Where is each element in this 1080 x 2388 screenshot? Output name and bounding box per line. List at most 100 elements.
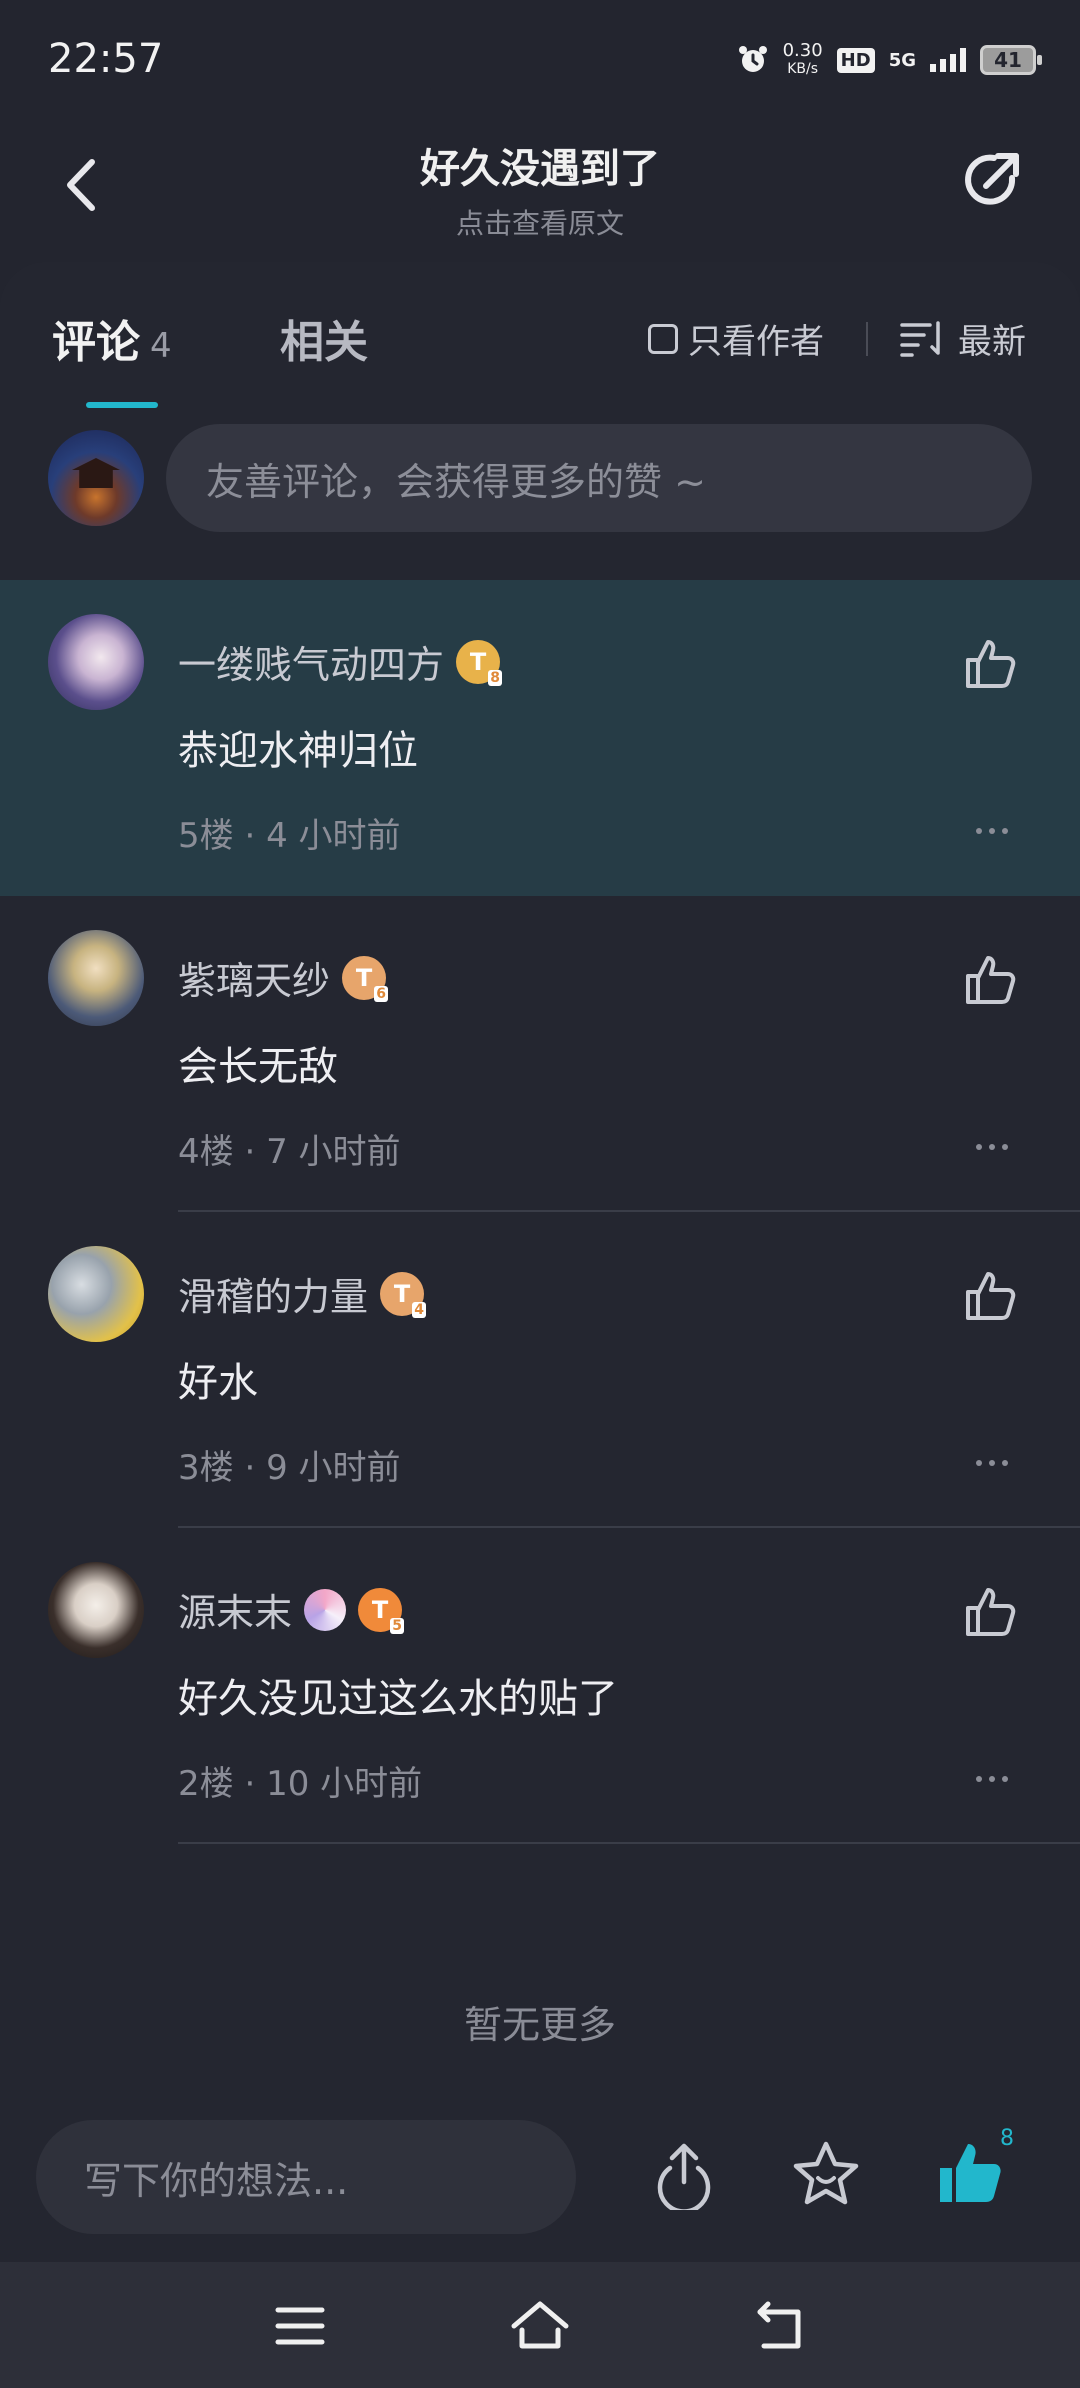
speed-unit: KB/s [787, 61, 819, 77]
more-icon[interactable] [976, 1144, 1008, 1150]
divider [178, 1842, 1080, 1844]
tab-bar: 评论 4 相关 只看作者 最新 [0, 262, 1080, 412]
share-arrow-icon[interactable] [956, 144, 1028, 216]
comment-list: 一缕贱气动四方 T8 恭迎水神归位 5楼 · 4 小时前 紫璃天纱 T6 会长无… [0, 580, 1080, 1844]
username[interactable]: 紫璃天纱 [178, 950, 330, 1005]
avatar[interactable] [48, 614, 144, 710]
sort-icon [900, 320, 940, 357]
alarm-icon [738, 46, 767, 72]
level-letter: T [355, 963, 373, 992]
level-number: 4 [412, 1301, 427, 1318]
sort-button[interactable]: 最新 [900, 314, 1026, 363]
tab-comments[interactable]: 评论 4 [52, 306, 172, 370]
status-time: 22:57 [48, 36, 164, 82]
no-more-label: 暂无更多 [463, 2003, 616, 2047]
comment-text: 恭迎水神归位 [178, 728, 418, 774]
level-number: 5 [390, 1617, 405, 1634]
sort-label: 最新 [958, 322, 1026, 362]
checkbox-icon[interactable] [648, 323, 678, 354]
comment-text: 好水 [178, 1360, 258, 1406]
floor-label: 5楼 [178, 816, 234, 856]
level-number: 6 [374, 985, 389, 1002]
comment-header: 源末末 T5 [178, 1582, 405, 1637]
battery-icon: 41 [980, 45, 1042, 75]
star-icon[interactable] [790, 2138, 862, 2210]
level-badge-icon: T4 [380, 1271, 427, 1318]
more-icon[interactable] [976, 828, 1008, 834]
floor-label: 4楼 [178, 1132, 234, 1172]
avatar[interactable] [48, 930, 144, 1026]
signal-icon [930, 48, 966, 72]
comment-meta: 3楼 · 9 小时前 [178, 1448, 401, 1488]
write-input-placeholder: 写下你的想法... [84, 2158, 349, 2203]
hd-badge: HD [836, 47, 875, 73]
comment-text: 会长无敌 [178, 1044, 338, 1090]
page-title: 好久没遇到了 [420, 146, 660, 192]
network-speed: 0.30 KB/s [783, 42, 823, 78]
only-author-label: 只看作者 [688, 322, 824, 362]
avatar[interactable] [48, 1246, 144, 1342]
comment-text: 好久没见过这么水的贴了 [178, 1676, 618, 1722]
comment-header: 一缕贱气动四方 T8 [178, 634, 503, 689]
view-original-link[interactable]: 点击查看原文 [240, 202, 840, 242]
comment-item[interactable]: 紫璃天纱 T6 会长无敌 4楼 · 7 小时前 [0, 896, 1080, 1212]
level-letter: T [393, 1279, 411, 1308]
like-count: 8 [1000, 2126, 1014, 2151]
status-icons: 0.30 KB/s HD 5G 41 [737, 38, 1042, 82]
header: 好久没遇到了 点击查看原文 [0, 120, 1080, 260]
tab-comments-label: 评论 [52, 317, 140, 368]
floor-label: 2楼 [178, 1764, 234, 1804]
comment-header: 滑稽的力量 T4 [178, 1266, 427, 1321]
avatar[interactable] [48, 1562, 144, 1658]
back-nav-icon[interactable] [750, 2296, 810, 2356]
comment-item[interactable]: 源末末 T5 好久没见过这么水的贴了 2楼 · 10 小时前 [0, 1528, 1080, 1844]
more-icon[interactable] [976, 1460, 1008, 1466]
thumbs-up-filled-icon[interactable] [934, 2138, 1006, 2210]
level-letter: T [371, 1595, 389, 1624]
system-nav-bar [0, 2262, 1080, 2388]
comment-time: 7 小时前 [266, 1132, 401, 1172]
thumbs-up-icon[interactable] [960, 950, 1020, 1010]
my-avatar[interactable] [48, 430, 144, 526]
comment-item[interactable]: 滑稽的力量 T4 好水 3楼 · 9 小时前 [0, 1212, 1080, 1528]
level-badge-icon: T6 [342, 955, 389, 1002]
comment-time: 10 小时前 [266, 1764, 423, 1804]
comment-time: 9 小时前 [266, 1448, 401, 1488]
bottom-action-bar: 写下你的想法... 8 [0, 2110, 1080, 2260]
divider [866, 322, 868, 356]
tab-comments-count: 4 [150, 326, 172, 366]
level-number: 8 [488, 669, 503, 686]
tab-related[interactable]: 相关 [280, 306, 368, 370]
username[interactable]: 源末末 [178, 1582, 292, 1637]
comment-input-placeholder: 友善评论，会获得更多的赞 ~ [206, 459, 706, 504]
decoration-badge-icon [304, 1588, 347, 1631]
network-type: 5G [888, 49, 916, 71]
comment-meta: 2楼 · 10 小时前 [178, 1764, 423, 1804]
speed-value: 0.30 [782, 40, 823, 61]
comment-item[interactable]: 一缕贱气动四方 T8 恭迎水神归位 5楼 · 4 小时前 [0, 580, 1080, 896]
comment-input[interactable]: 友善评论，会获得更多的赞 ~ [166, 424, 1032, 532]
back-arrow-icon[interactable] [52, 150, 112, 220]
title-block[interactable]: 好久没遇到了 点击查看原文 [240, 136, 840, 242]
comment-time: 4 小时前 [266, 816, 401, 856]
home-icon[interactable] [510, 2296, 570, 2356]
thumbs-up-icon[interactable] [960, 1582, 1020, 1642]
tab-indicator [86, 402, 158, 408]
more-icon[interactable] [976, 1776, 1008, 1782]
comment-header: 紫璃天纱 T6 [178, 950, 389, 1005]
share-upload-icon[interactable] [648, 2138, 720, 2210]
floor-label: 3楼 [178, 1448, 234, 1488]
comment-meta: 5楼 · 4 小时前 [178, 816, 401, 856]
thumbs-up-icon[interactable] [960, 634, 1020, 694]
username[interactable]: 滑稽的力量 [178, 1266, 368, 1321]
thumbs-up-icon[interactable] [960, 1266, 1020, 1326]
username[interactable]: 一缕贱气动四方 [178, 634, 444, 689]
menu-icon[interactable] [270, 2296, 330, 2356]
level-letter: T [469, 647, 487, 676]
only-author-toggle[interactable]: 只看作者 [648, 314, 824, 363]
status-bar: 22:57 0.30 KB/s HD 5G 41 [0, 0, 1080, 120]
comment-meta: 4楼 · 7 小时前 [178, 1132, 401, 1172]
battery-level: 41 [994, 48, 1022, 72]
level-badge-icon: T8 [456, 639, 503, 686]
write-input[interactable]: 写下你的想法... [36, 2120, 576, 2234]
